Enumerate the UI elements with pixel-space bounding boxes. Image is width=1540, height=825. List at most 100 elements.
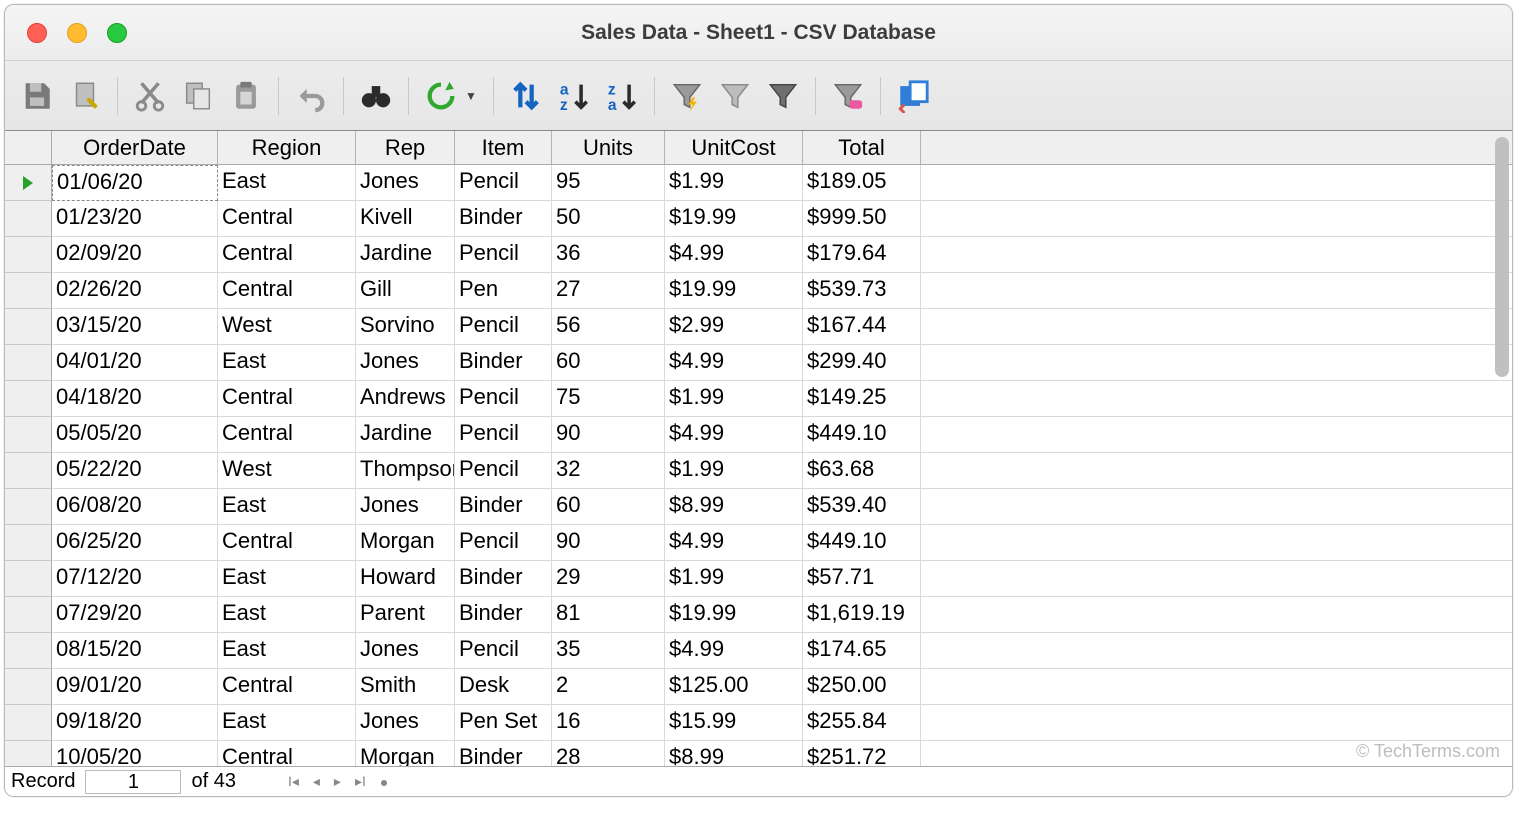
cell[interactable]: Central (218, 237, 356, 273)
cell[interactable]: $19.99 (665, 201, 803, 237)
cell[interactable]: $1,619.19 (803, 597, 921, 633)
column-header-total[interactable]: Total (803, 131, 921, 165)
cell[interactable]: 56 (552, 309, 665, 345)
cell[interactable]: Morgan (356, 741, 455, 766)
cell[interactable]: Pen (455, 273, 552, 309)
cell[interactable]: $167.44 (803, 309, 921, 345)
cell[interactable]: Jones (356, 633, 455, 669)
cell[interactable]: Jones (356, 705, 455, 741)
column-header-rep[interactable]: Rep (356, 131, 455, 165)
cell[interactable]: Pencil (455, 525, 552, 561)
cell[interactable]: Binder (455, 345, 552, 381)
cell[interactable]: East (218, 165, 356, 201)
cell[interactable]: 60 (552, 345, 665, 381)
cell[interactable]: $4.99 (665, 633, 803, 669)
cell[interactable]: 95 (552, 165, 665, 201)
next-record-button[interactable]: ▸ (334, 773, 341, 790)
cell[interactable]: 04/18/20 (52, 381, 218, 417)
cell[interactable]: 60 (552, 489, 665, 525)
cell[interactable]: $4.99 (665, 345, 803, 381)
cell[interactable]: West (218, 309, 356, 345)
row-header[interactable] (5, 705, 52, 741)
cell[interactable]: Jardine (356, 417, 455, 453)
data-grid[interactable]: OrderDateRegionRepItemUnitsUnitCostTotal… (5, 131, 1512, 766)
cell[interactable]: Binder (455, 201, 552, 237)
sort-asc-button[interactable]: az (552, 74, 596, 118)
row-header[interactable] (5, 165, 52, 201)
cell[interactable]: East (218, 597, 356, 633)
cell[interactable]: Jones (356, 489, 455, 525)
autofilter-button[interactable] (665, 74, 709, 118)
cell[interactable]: East (218, 705, 356, 741)
column-header-units[interactable]: Units (552, 131, 665, 165)
cell[interactable]: 75 (552, 381, 665, 417)
cell[interactable]: 35 (552, 633, 665, 669)
cell[interactable]: East (218, 561, 356, 597)
cell[interactable]: East (218, 345, 356, 381)
row-header[interactable] (5, 273, 52, 309)
cell[interactable]: $4.99 (665, 417, 803, 453)
cell[interactable]: Pencil (455, 417, 552, 453)
cell[interactable]: $15.99 (665, 705, 803, 741)
cell[interactable]: Central (218, 669, 356, 705)
cell[interactable]: $449.10 (803, 417, 921, 453)
cell[interactable]: $4.99 (665, 237, 803, 273)
cell[interactable]: Smith (356, 669, 455, 705)
cell[interactable]: Binder (455, 597, 552, 633)
refresh-dropdown[interactable]: ▼ (465, 89, 477, 103)
cell[interactable]: 09/18/20 (52, 705, 218, 741)
cell[interactable]: 05/22/20 (52, 453, 218, 489)
sort-desc-button[interactable]: za (600, 74, 644, 118)
row-header[interactable] (5, 597, 52, 633)
prev-record-button[interactable]: ◂ (313, 773, 320, 790)
cell[interactable]: $19.99 (665, 273, 803, 309)
row-header[interactable] (5, 741, 52, 766)
cell[interactable]: $174.65 (803, 633, 921, 669)
row-header[interactable] (5, 633, 52, 669)
cell[interactable]: 02/09/20 (52, 237, 218, 273)
reset-filter-button[interactable] (826, 74, 870, 118)
data-to-text-button[interactable] (891, 74, 935, 118)
cell[interactable]: $4.99 (665, 525, 803, 561)
cell[interactable]: $1.99 (665, 561, 803, 597)
select-all-corner[interactable] (5, 131, 52, 165)
paste-button[interactable] (224, 74, 268, 118)
cell[interactable]: 29 (552, 561, 665, 597)
cell[interactable]: $250.00 (803, 669, 921, 705)
cell[interactable]: 27 (552, 273, 665, 309)
cell[interactable]: Pen Set (455, 705, 552, 741)
first-record-button[interactable]: I◂ (288, 773, 299, 790)
cell[interactable]: $179.64 (803, 237, 921, 273)
cell[interactable]: 81 (552, 597, 665, 633)
cell[interactable]: Jardine (356, 237, 455, 273)
cell[interactable]: Pencil (455, 453, 552, 489)
cell[interactable]: $539.73 (803, 273, 921, 309)
row-header[interactable] (5, 669, 52, 705)
cell[interactable]: West (218, 453, 356, 489)
last-record-button[interactable]: ▸I (355, 773, 366, 790)
cell[interactable]: Central (218, 273, 356, 309)
cell[interactable]: 07/29/20 (52, 597, 218, 633)
cell[interactable]: Jones (356, 165, 455, 201)
cell[interactable]: Central (218, 417, 356, 453)
cell[interactable]: Central (218, 381, 356, 417)
row-header[interactable] (5, 417, 52, 453)
cell[interactable]: $8.99 (665, 489, 803, 525)
row-header[interactable] (5, 309, 52, 345)
row-header[interactable] (5, 561, 52, 597)
cell[interactable]: 16 (552, 705, 665, 741)
cell[interactable]: $539.40 (803, 489, 921, 525)
cell[interactable]: 32 (552, 453, 665, 489)
row-header[interactable] (5, 201, 52, 237)
cell[interactable]: Thompson (356, 453, 455, 489)
cell[interactable]: $2.99 (665, 309, 803, 345)
cell[interactable]: Binder (455, 741, 552, 766)
cell[interactable]: 09/01/20 (52, 669, 218, 705)
cell[interactable]: Desk (455, 669, 552, 705)
cell[interactable]: Howard (356, 561, 455, 597)
cell[interactable]: 10/05/20 (52, 741, 218, 766)
cell[interactable]: $1.99 (665, 381, 803, 417)
cell[interactable]: Binder (455, 561, 552, 597)
cell[interactable]: 2 (552, 669, 665, 705)
cell[interactable]: Binder (455, 489, 552, 525)
